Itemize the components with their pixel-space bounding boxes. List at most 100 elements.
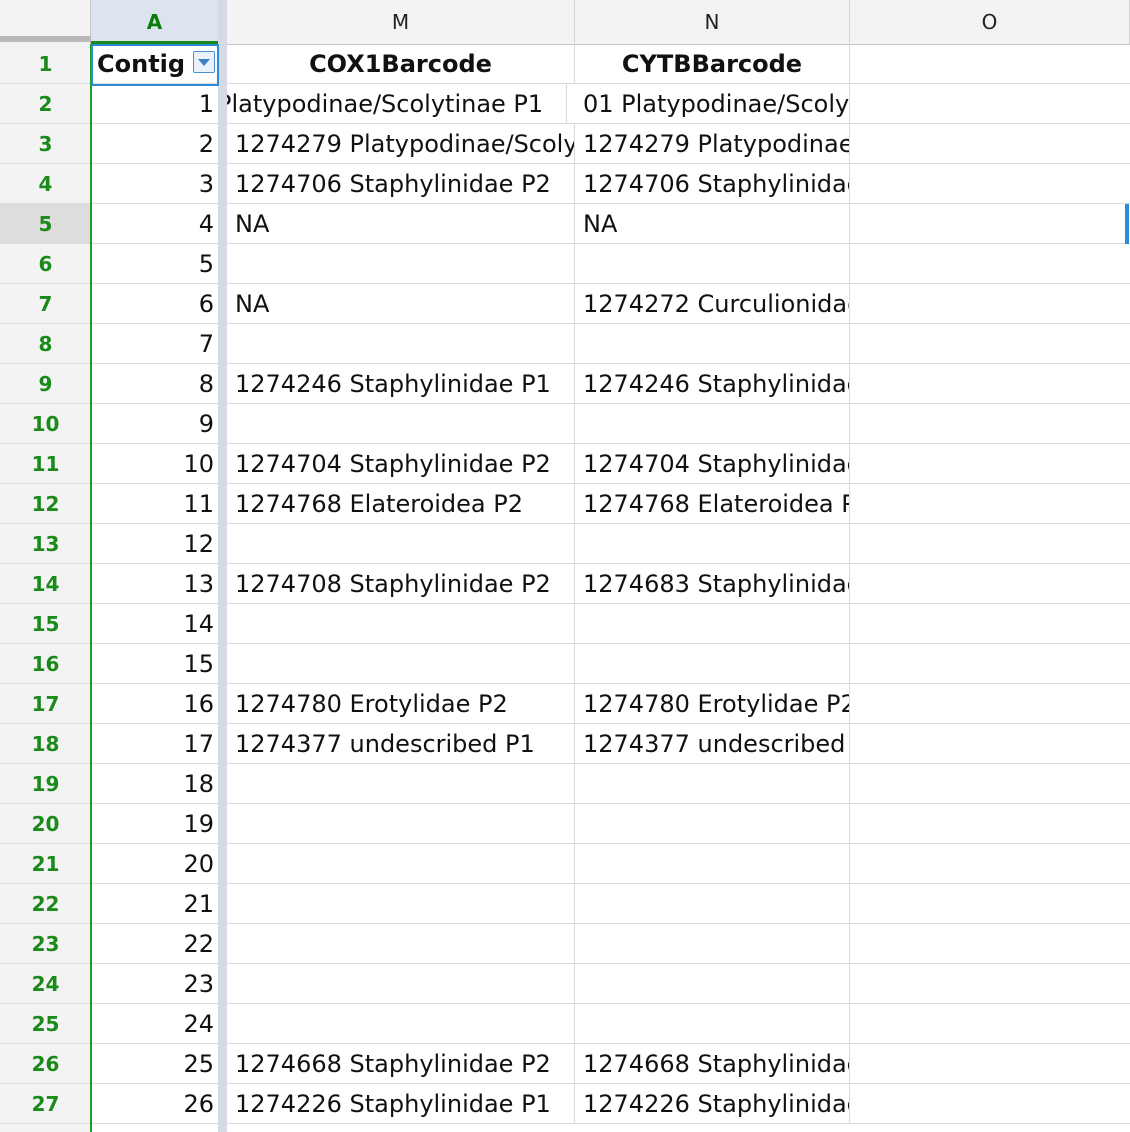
cell-cytbbarcode[interactable]: 1274272 Curculionidae P1 (575, 284, 850, 323)
freeze-bar-vertical[interactable] (218, 0, 227, 1132)
row-header-15[interactable]: 15 (0, 604, 91, 644)
cell-contig[interactable]: 9 (91, 404, 218, 443)
select-all-corner[interactable] (0, 0, 91, 44)
cell-contig[interactable]: 10 (91, 444, 218, 483)
cell-contig[interactable]: 18 (91, 764, 218, 803)
cell-o[interactable] (850, 804, 1130, 843)
cell-contig[interactable]: 1 (91, 84, 218, 123)
cell-o[interactable] (850, 564, 1130, 603)
cell-cox1barcode[interactable] (227, 804, 575, 843)
cell-cox1barcode[interactable] (227, 404, 575, 443)
cell-o[interactable] (850, 484, 1130, 523)
freeze-bar-horizontal[interactable] (0, 36, 91, 42)
cell-o[interactable] (850, 404, 1130, 443)
cell-cox1barcode[interactable]: 1274279 Platypodinae/Scolyti (227, 124, 575, 163)
row-header-12[interactable]: 12 (0, 484, 91, 524)
cell-o[interactable] (850, 164, 1130, 203)
cell-contig[interactable]: 16 (91, 684, 218, 723)
row-header-3[interactable]: 3 (0, 124, 91, 164)
cell-o[interactable] (850, 964, 1130, 1003)
cell-cox1barcode[interactable] (227, 964, 575, 1003)
cell-contig[interactable]: 6 (91, 284, 218, 323)
column-header-o[interactable]: O (850, 0, 1130, 44)
cell-cytbbarcode[interactable]: 01 Platypodinae/Scolytinae P1 (575, 84, 850, 123)
cell-cox1barcode[interactable]: 1274706 Staphylinidae P2 (227, 164, 575, 203)
cell-o[interactable] (850, 764, 1130, 803)
cell-cytbbarcode[interactable] (575, 964, 850, 1003)
cell-o[interactable] (850, 884, 1130, 923)
cell-o[interactable] (850, 604, 1130, 643)
row-header-23[interactable]: 23 (0, 924, 91, 964)
cell-contig[interactable]: 25 (91, 1044, 218, 1083)
cell-cytbbarcode[interactable]: 1274226 Staphylinidae P1 (575, 1084, 850, 1123)
row-header-24[interactable]: 24 (0, 964, 91, 1004)
cell-contig[interactable]: 26 (91, 1084, 218, 1123)
row-header-20[interactable]: 20 (0, 804, 91, 844)
cell-cox1barcode[interactable]: 1274704 Staphylinidae P2 (227, 444, 575, 483)
cell-contig[interactable]: 3 (91, 164, 218, 203)
cell-o[interactable] (850, 124, 1130, 163)
cell-cytbbarcode[interactable]: 1274780 Erotylidae P2 (575, 684, 850, 723)
cell-cox1barcode[interactable]: 1274226 Staphylinidae P1 (227, 1084, 575, 1123)
row-header-16[interactable]: 16 (0, 644, 91, 684)
cell-cytbbarcode[interactable]: 1274246 Staphylinidae P1 (575, 364, 850, 403)
row-header-6[interactable]: 6 (0, 244, 91, 284)
cell-cytbbarcode[interactable]: 1274377 undescribed P1 (575, 724, 850, 763)
cell-o[interactable] (850, 644, 1130, 683)
cell-o[interactable] (850, 1084, 1130, 1123)
row-header-13[interactable]: 13 (0, 524, 91, 564)
cell-cytbbarcode[interactable] (575, 324, 850, 363)
cell-cox1barcode[interactable]: 1274668 Staphylinidae P2 (227, 1044, 575, 1083)
cell-cox1barcode[interactable] (227, 924, 575, 963)
cell-cox1barcode[interactable] (227, 764, 575, 803)
cell-o[interactable] (850, 1004, 1130, 1043)
cell-o[interactable] (850, 284, 1130, 323)
cell-contig[interactable]: 13 (91, 564, 218, 603)
cell-cytbbarcode[interactable] (575, 244, 850, 283)
cell-cytbbarcode[interactable] (575, 404, 850, 443)
cell-o[interactable] (850, 524, 1130, 563)
row-header-22[interactable]: 22 (0, 884, 91, 924)
cell-cox1barcode[interactable] (227, 604, 575, 643)
cell-o[interactable] (850, 324, 1130, 363)
cell-contig[interactable]: 7 (91, 324, 218, 363)
row-header-5[interactable]: 5 (0, 204, 91, 244)
cell-cox1barcode[interactable] (227, 1004, 575, 1043)
cell-cox1barcode[interactable]: NA (227, 204, 575, 243)
cell-cox1barcode[interactable] (227, 524, 575, 563)
cell-cytbbarcode[interactable]: 1274683 Staphylinidae P2 (575, 564, 850, 603)
row-header-11[interactable]: 11 (0, 444, 91, 484)
row-header-25[interactable]: 25 (0, 1004, 91, 1044)
cell-cytbbarcode[interactable]: 1274706 Staphylinidae P2 (575, 164, 850, 203)
row-header-7[interactable]: 7 (0, 284, 91, 324)
cell-cox1barcode[interactable] (227, 884, 575, 923)
header-cell-cytbbarcode[interactable]: CYTBBarcode (575, 44, 850, 83)
header-cell-o[interactable] (850, 44, 1130, 83)
cell-cytbbarcode[interactable] (575, 604, 850, 643)
cell-contig[interactable]: 22 (91, 924, 218, 963)
cell-contig[interactable]: 15 (91, 644, 218, 683)
cell-o[interactable] (850, 844, 1130, 883)
cell-contig[interactable]: 4 (91, 204, 218, 243)
cell-cytbbarcode[interactable] (575, 924, 850, 963)
row-header-9[interactable]: 9 (0, 364, 91, 404)
cell-cytbbarcode[interactable]: 1274279 Platypodinae/Scolytinae P1 (575, 124, 850, 163)
cell-cox1barcode[interactable]: 1274377 undescribed P1 (227, 724, 575, 763)
row-header-10[interactable]: 10 (0, 404, 91, 444)
row-header-26[interactable]: 26 (0, 1044, 91, 1084)
cell-cytbbarcode[interactable] (575, 764, 850, 803)
row-header-2[interactable]: 2 (0, 84, 91, 124)
cell-cox1barcode[interactable]: 1274708 Staphylinidae P2 (227, 564, 575, 603)
cell-o[interactable] (850, 364, 1130, 403)
cell-cytbbarcode[interactable] (575, 644, 850, 683)
cell-cytbbarcode[interactable] (575, 884, 850, 923)
filter-dropdown-button[interactable] (193, 51, 215, 73)
cell-contig[interactable]: 12 (91, 524, 218, 563)
cell-o[interactable] (850, 1044, 1130, 1083)
cell-contig[interactable]: 5 (91, 244, 218, 283)
cell-o[interactable] (850, 924, 1130, 963)
cell-cox1barcode[interactable]: Platypodinae/Scolytinae P1 (227, 84, 567, 123)
cell-cox1barcode[interactable]: 1274768 Elateroidea P2 (227, 484, 575, 523)
cell-contig[interactable]: 11 (91, 484, 218, 523)
cell-cox1barcode[interactable]: NA (227, 284, 575, 323)
